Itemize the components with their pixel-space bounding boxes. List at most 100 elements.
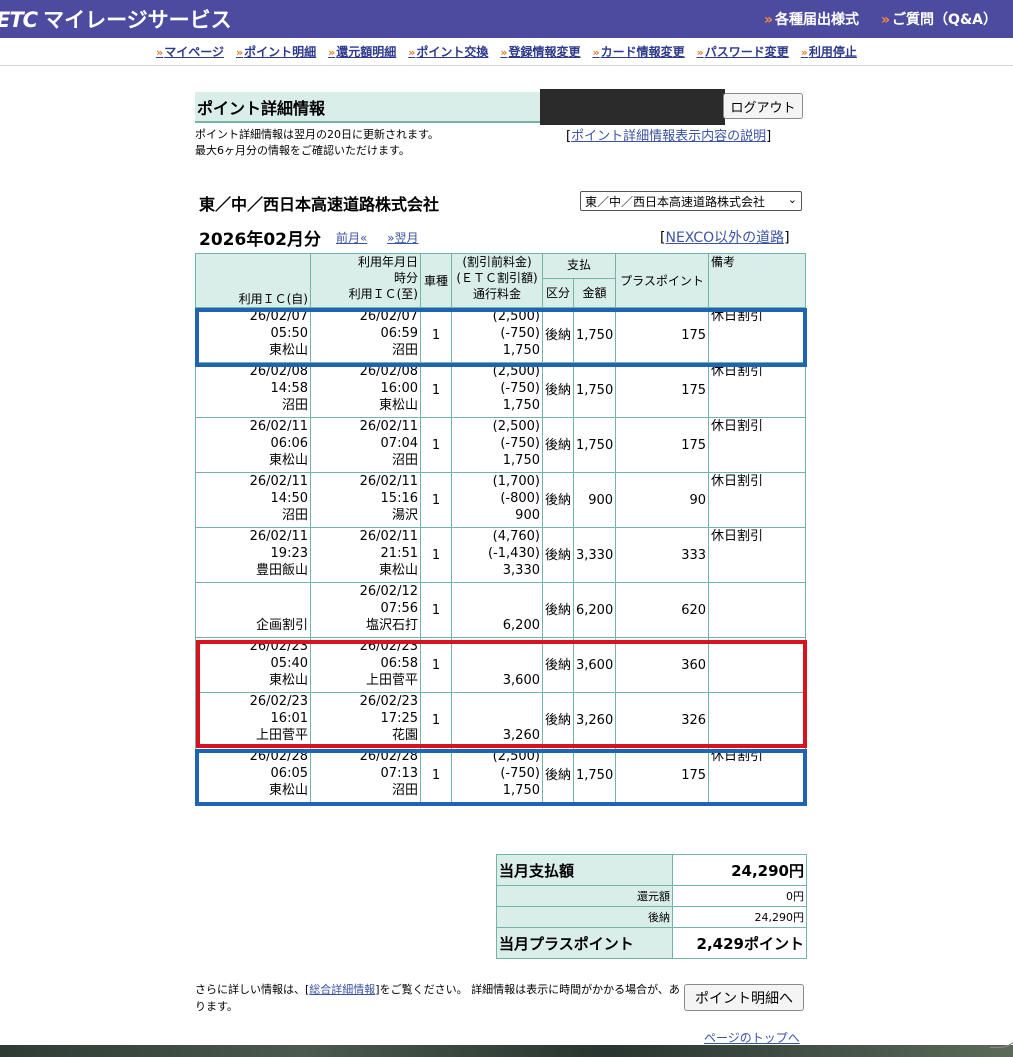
- discount-amount: (-1,430): [487, 546, 540, 561]
- pre-discount-fee: (2,500): [492, 419, 540, 434]
- entry-date: [198, 583, 308, 600]
- exit-date: 26/02/08: [359, 364, 418, 379]
- remarks-cell: [708, 582, 807, 638]
- nav-refund-details[interactable]: »還元額明細: [328, 43, 396, 60]
- discount-amount: (-800): [500, 491, 540, 506]
- exit-date: 26/02/23: [359, 694, 418, 709]
- vehicle-cell: 1: [420, 582, 452, 638]
- pay-type-cell: 後納: [542, 747, 574, 803]
- logo-text: マイレージサービス: [43, 8, 232, 32]
- entry-date: 26/02/08: [249, 364, 308, 379]
- double-chevron-icon: »: [500, 46, 508, 59]
- exit-ic: 花園: [391, 728, 418, 743]
- overall-details-link[interactable]: 総合詳細情報: [309, 983, 375, 996]
- exit-date: 26/02/12: [359, 584, 418, 599]
- exit-cell: 26/02/07 06:59 沼田: [310, 307, 421, 363]
- next-month-link[interactable]: »翌月: [387, 231, 418, 245]
- points-cell: 175: [615, 307, 710, 363]
- nav-card-info[interactable]: »カード情報変更: [593, 43, 685, 60]
- non-nexco-link[interactable]: NEXCO以外の道路: [665, 230, 784, 246]
- fee-cell: (2,500) (-750) 1,750: [451, 362, 543, 418]
- entry-date: 26/02/07: [249, 309, 308, 324]
- pay-type-cell: 後納: [542, 307, 574, 363]
- discount-amount: (-750): [500, 381, 540, 396]
- link-forms[interactable]: » 各種届出様式: [764, 9, 859, 29]
- header-pay-type: 区分: [543, 279, 574, 307]
- fee-cell: (2,500) (-750) 1,750: [451, 417, 543, 473]
- double-chevron-icon: »: [800, 46, 808, 59]
- toll-fee: 1,750: [502, 453, 540, 468]
- exit-time: 07:04: [380, 436, 418, 451]
- table-row: 26/02/11 14:50 沼田 26/02/11 15:16 湯沢 1 (1,700) (-…: [195, 472, 807, 528]
- explain-link[interactable]: ポイント詳細情報表示内容の説明: [571, 129, 766, 144]
- desktop-background-strip: [0, 1045, 1013, 1057]
- nav-password[interactable]: »パスワード変更: [697, 43, 789, 60]
- pay-type-cell: 後納: [542, 582, 574, 638]
- nav-point-details[interactable]: »ポイント明細: [236, 43, 316, 60]
- exit-time: 06:58: [380, 656, 418, 671]
- nav-suspend[interactable]: »利用停止: [801, 43, 857, 60]
- header-vehicle: 車種: [420, 253, 452, 308]
- vehicle-cell: 1: [420, 637, 452, 693]
- exit-cell: 26/02/11 15:16 湯沢: [310, 472, 421, 528]
- prev-month-link[interactable]: 前月«: [336, 231, 367, 245]
- entry-time: 06:05: [270, 766, 308, 781]
- toll-fee: 1,750: [502, 343, 540, 358]
- header-datetime-exit: 利用年月日 時分 利用ＩＣ(至): [310, 253, 421, 308]
- logo-mark: ETC: [0, 8, 38, 32]
- pay-type-cell: 後納: [542, 692, 574, 748]
- fee-cell: (2,500) (-750) 1,750: [451, 747, 543, 803]
- exit-date: 26/02/11: [359, 474, 418, 489]
- discount-amount: (-750): [500, 436, 540, 451]
- site-logo[interactable]: ETC マイレージサービス: [0, 4, 232, 34]
- exit-ic: 東松山: [378, 398, 418, 413]
- header-entry-ic: 利用ＩＣ(自): [195, 253, 311, 308]
- logout-button[interactable]: ログアウト: [723, 93, 803, 119]
- exit-cell: 26/02/12 07:56 塩沢石打: [310, 582, 421, 638]
- points-label: 当月プラスポイント: [496, 927, 673, 959]
- table-row: 26/02/23 05:40 東松山 26/02/23 06:58 上田菅平 1 3,600…: [195, 637, 807, 693]
- vehicle-cell: 1: [420, 307, 452, 363]
- entry-time: 05:40: [270, 656, 308, 671]
- points-cell: 620: [615, 582, 710, 638]
- points-cell: 326: [615, 692, 710, 748]
- header-payment: 支払 区分 金額: [541, 253, 617, 308]
- pre-discount-fee: (2,500): [492, 309, 540, 324]
- update-notice: ポイント詳細情報は翌月の20日に更新されます。 最大6ヶ月分の情報をご確認いただ…: [195, 128, 439, 157]
- double-chevron-icon: »: [592, 46, 600, 59]
- point-details-button[interactable]: ポイント明細へ: [684, 984, 804, 1011]
- points-cell: 175: [615, 362, 710, 418]
- discount-amount: (-750): [500, 326, 540, 341]
- remarks-cell: 休日割引: [708, 527, 807, 583]
- exit-date: 26/02/23: [359, 639, 418, 654]
- double-chevron-icon: »: [236, 46, 244, 59]
- entry-date: 26/02/11: [249, 474, 308, 489]
- entry-cell: 26/02/23 05:40 東松山: [195, 637, 311, 693]
- postpaid-value: 24,290円: [672, 906, 807, 928]
- exit-cell: 26/02/23 06:58 上田菅平: [310, 637, 421, 693]
- exit-ic: 沼田: [391, 453, 418, 468]
- points-value: 2,429ポイント: [672, 927, 807, 959]
- entry-date: 26/02/28: [249, 749, 308, 764]
- toll-fee: 1,750: [502, 783, 540, 798]
- toll-fee: 6,200: [502, 618, 540, 633]
- month-navigation: 前月« »翌月: [336, 229, 435, 246]
- discount-amount: [454, 710, 540, 727]
- pay-amount-cell: 900: [572, 472, 617, 528]
- page-top-link[interactable]: ページのトップへ: [704, 1029, 800, 1046]
- toll-fee: 3,330: [502, 563, 540, 578]
- nav-point-exchange[interactable]: »ポイント交換: [408, 43, 488, 60]
- vehicle-cell: 1: [420, 362, 452, 418]
- exit-ic: 塩沢石打: [365, 618, 418, 633]
- pay-amount-cell: 1,750: [572, 307, 617, 363]
- link-faq[interactable]: » ご質問（Q&A）: [881, 9, 997, 29]
- entry-time: 16:01: [270, 711, 308, 726]
- pay-amount-cell: 1,750: [572, 747, 617, 803]
- vehicle-cell: 1: [420, 692, 452, 748]
- nav-mypage[interactable]: »マイページ: [156, 43, 224, 60]
- entry-cell: 26/02/11 14:50 沼田: [195, 472, 311, 528]
- pay-amount-cell: 3,260: [572, 692, 617, 748]
- company-select[interactable]: 東／中／西日本高速道路株式会社 ⌄: [580, 191, 802, 211]
- entry-time: 05:50: [270, 326, 308, 341]
- nav-registration[interactable]: »登録情報変更: [500, 43, 580, 60]
